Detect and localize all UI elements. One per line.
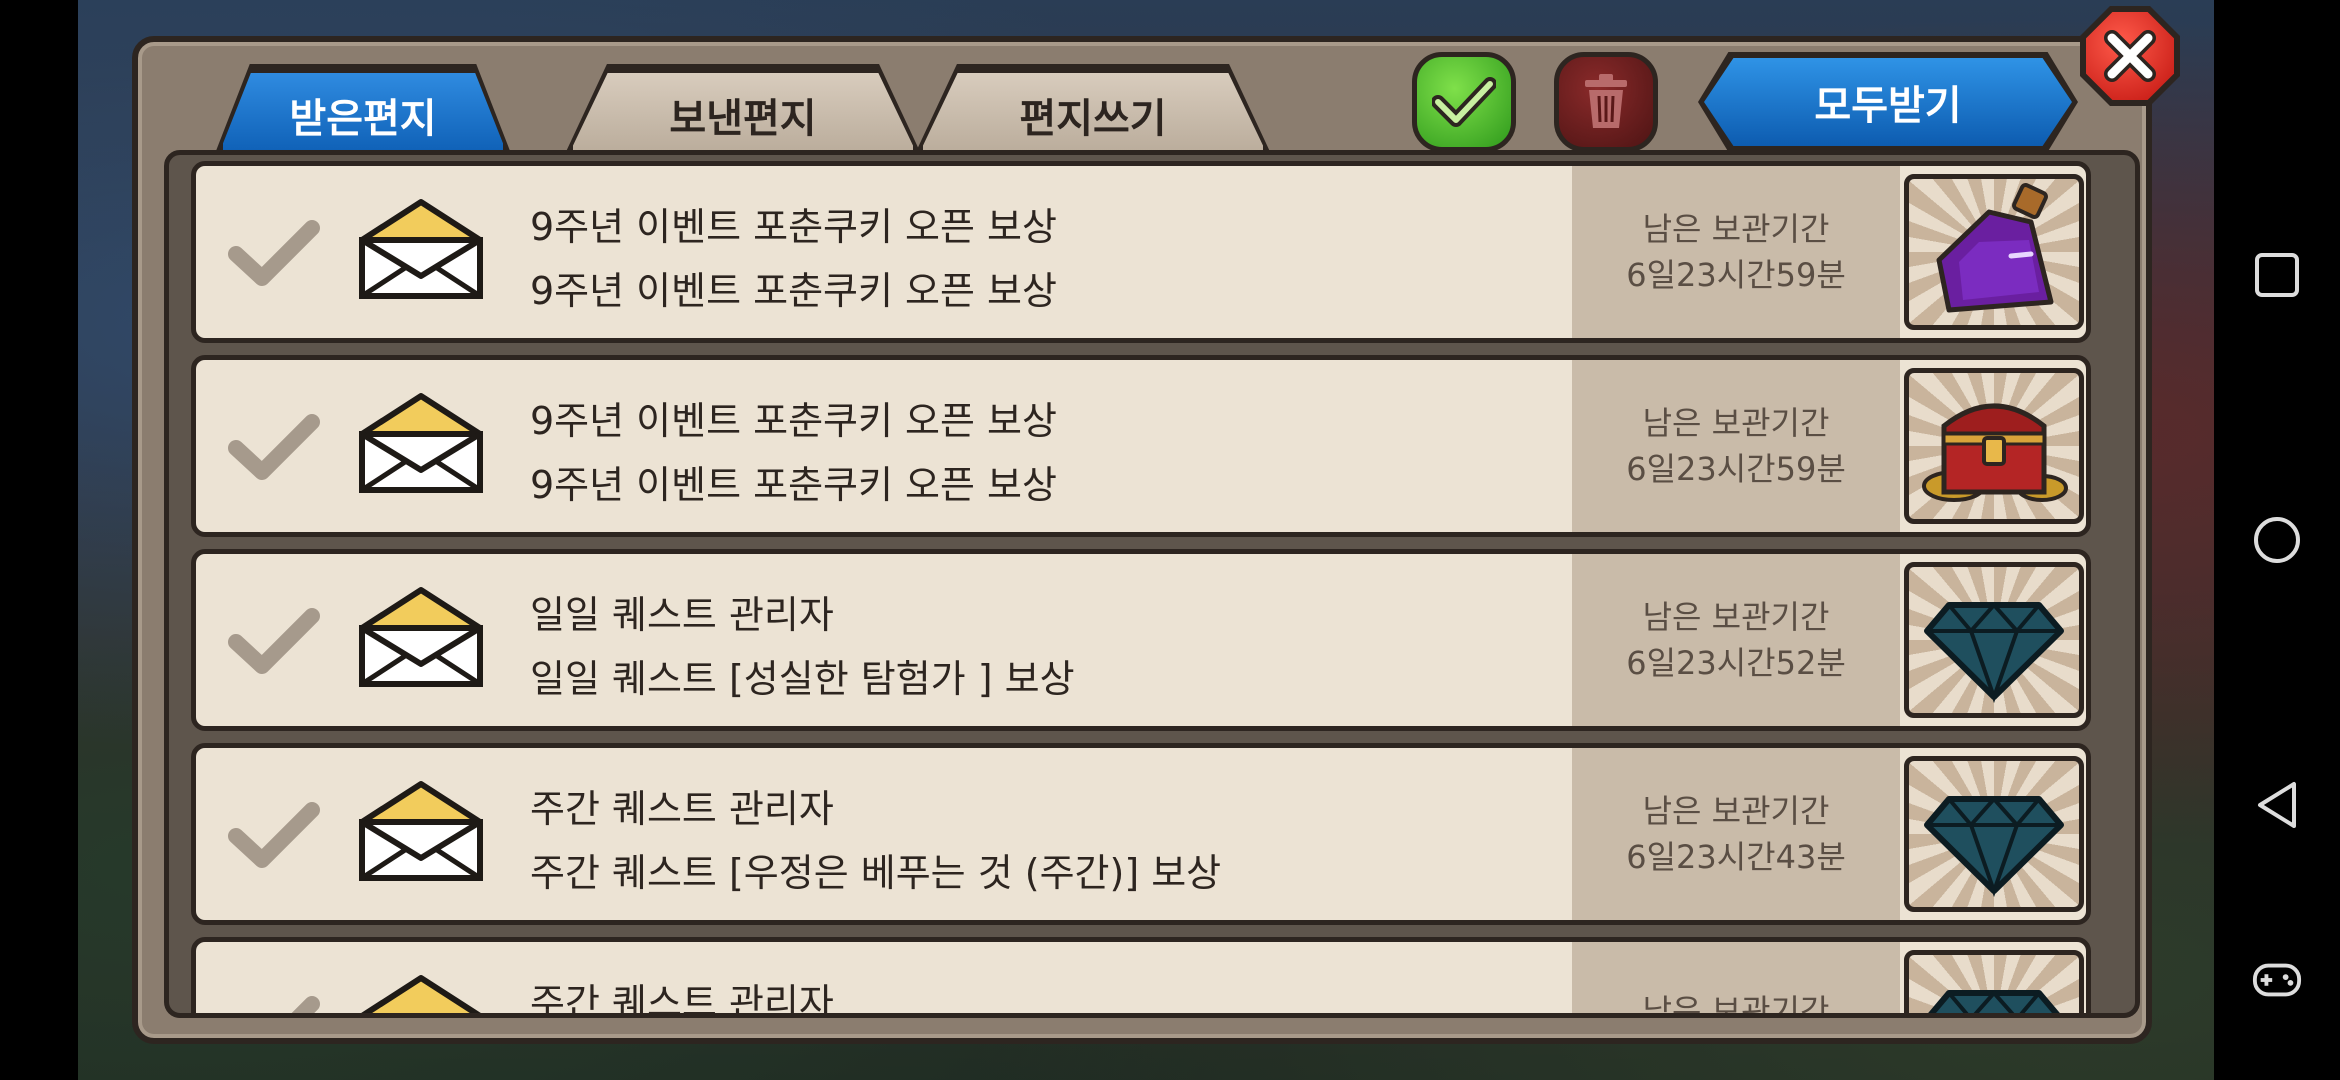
mail-row[interactable]: 9주년 이벤트 포춘쿠키 오픈 보상 9주년 이벤트 포춘쿠키 오픈 보상 남은… [191,355,2091,537]
envelope-icon [361,975,481,1013]
reward-item[interactable] [1904,562,2084,718]
mail-expiry: 남은 보관기간 6일23시간59분 [1572,166,1900,338]
mail-expiry: 남은 보관기간 6일23시간52분 [1572,554,1900,726]
mail-row[interactable]: 9주년 이벤트 포춘쿠키 오픈 보상 9주년 이벤트 포춘쿠키 오픈 보상 남은… [191,161,2091,343]
mail-description: 일일 퀘스트 [성실한 탐험가 ] 보상 [530,657,1075,701]
checkmark-icon[interactable] [226,412,322,484]
close-icon [2104,30,2156,82]
home-icon[interactable] [2252,515,2302,565]
reward-item[interactable] [1904,174,2084,330]
treasure-chest-icon [1922,403,2068,502]
diamond-icon [1924,601,2064,704]
tab-inbox-label: 받은편지 [289,95,437,142]
recents-icon[interactable] [2252,250,2302,300]
tab-compose-label: 편지쓰기 [1019,95,1167,142]
mail-title: 9주년 이벤트 포춘쿠키 오픈 보상 [530,399,1057,443]
checkmark-icon[interactable] [226,800,322,872]
checkmark-icon[interactable] [226,218,322,290]
checkmark-icon[interactable] [226,606,322,678]
checkmark-icon[interactable] [226,994,322,1018]
mail-title: 9주년 이벤트 포춘쿠키 오픈 보상 [530,205,1057,249]
envelope-icon [359,199,483,299]
potion-icon [1936,183,2054,313]
envelope-icon [359,781,483,881]
tab-compose[interactable]: 편지쓰기 [918,68,1268,156]
receive-all-button[interactable]: 모두받기 [1698,52,2078,152]
delete-button[interactable] [1554,52,1658,152]
expiry-value: 6일23시간43분 [1626,838,1846,876]
expiry-value: 6일23시간52분 [1626,644,1846,682]
mail-expiry: 남은 보관기간 [1572,942,1900,1018]
gamepad-icon[interactable] [2252,955,2302,1005]
mail-row[interactable]: 주간 퀘스트 관리자 주간 퀘스트 [우정은 베푸는 것 (주간)] 보상 남은… [191,743,2091,925]
mail-description: 9주년 이벤트 포춘쿠키 오픈 보상 [530,463,1057,507]
tab-inbox[interactable]: 받은편지 [218,68,508,156]
reward-item[interactable] [1904,756,2084,912]
mail-description: 9주년 이벤트 포춘쿠키 오픈 보상 [530,269,1057,313]
expiry-label: 남은 보관기간 [1642,210,1830,248]
close-button-face [2086,12,2174,100]
expiry-label: 남은 보관기간 [1642,404,1830,442]
mail-title: 주간 퀘스트 관리자 [530,981,834,1018]
mail-row[interactable]: 일일 퀘스트 관리자 일일 퀘스트 [성실한 탐험가 ] 보상 남은 보관기간 … [191,549,2091,731]
back-icon[interactable] [2252,780,2302,830]
system-nav-bar [2214,0,2340,1080]
expiry-label: 남은 보관기간 [1642,992,1830,1018]
reward-item[interactable] [1904,368,2084,524]
expiry-value: 6일23시간59분 [1626,256,1846,294]
envelope-icon [359,587,483,687]
tab-sent[interactable]: 보낸편지 [568,68,918,156]
mailbox-panel: 받은편지 보낸편지 편지쓰기 모두받기 9주년 이벤트 포춘쿠키 오픈 보상 9… [132,36,2152,1044]
mail-expiry: 남은 보관기간 6일23시간59분 [1572,360,1900,532]
mail-expiry: 남은 보관기간 6일23시간43분 [1572,748,1900,920]
receive-all-label: 모두받기 [1704,58,2072,146]
mail-title: 주간 퀘스트 관리자 [530,787,834,831]
diamond-icon [1928,989,2060,1013]
close-button[interactable] [2080,6,2180,106]
trash-icon [1585,74,1627,128]
reward-item[interactable] [1904,950,2084,1013]
expiry-label: 남은 보관기간 [1642,792,1830,830]
mail-row[interactable]: 주간 퀘스트 관리자 남은 보관기간 [191,937,2091,1018]
diamond-icon [1924,795,2064,898]
mail-title: 일일 퀘스트 관리자 [530,593,834,637]
tab-sent-label: 보낸편지 [669,95,817,142]
expiry-label: 남은 보관기간 [1642,598,1830,636]
envelope-icon [359,393,483,493]
mail-description: 주간 퀘스트 [우정은 베푸는 것 (주간)] 보상 [530,851,1222,895]
mail-list[interactable]: 9주년 이벤트 포춘쿠키 오픈 보상 9주년 이벤트 포춘쿠키 오픈 보상 남은… [164,150,2140,1018]
expiry-value: 6일23시간59분 [1626,450,1846,488]
left-black-bar [0,0,78,1080]
check-icon [1432,77,1496,127]
select-all-button[interactable] [1412,52,1516,152]
